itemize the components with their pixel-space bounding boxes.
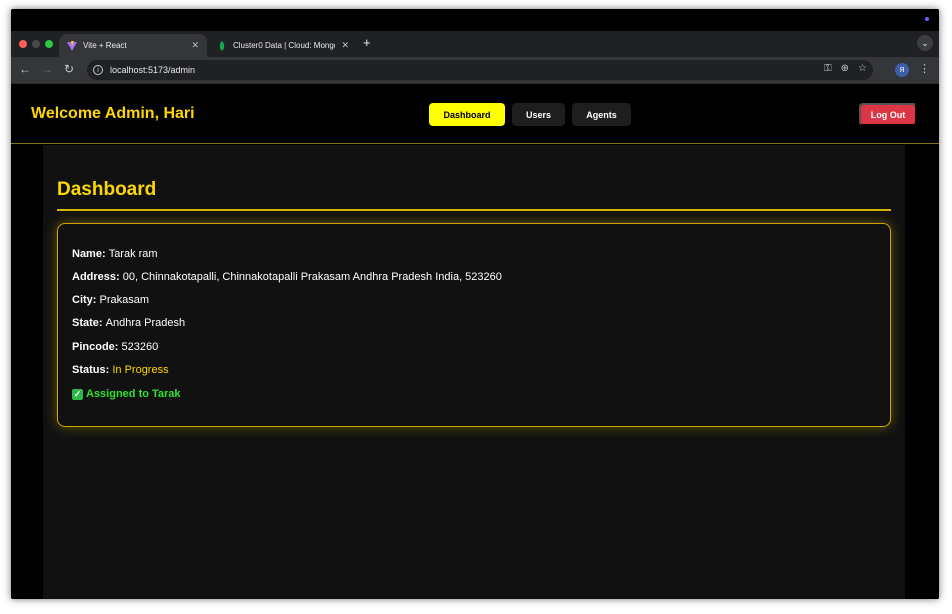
close-window-button[interactable] bbox=[19, 40, 27, 48]
close-tab-icon[interactable]: ✕ bbox=[341, 40, 349, 51]
forward-icon[interactable]: → bbox=[41, 62, 53, 76]
page-title: Dashboard bbox=[57, 179, 157, 200]
pincode-label: Pincode: bbox=[72, 341, 122, 353]
app-header: Welcome Admin, Hari Dashboard Users Agen… bbox=[11, 85, 939, 144]
name-value: Tarak ram bbox=[108, 248, 158, 260]
minimize-window-button[interactable] bbox=[32, 40, 40, 48]
address-row: Address: 00, Chinnakotapalli, Chinnakota… bbox=[72, 271, 502, 283]
pincode-row: Pincode: 523260 bbox=[72, 341, 158, 353]
main-content: Dashboard Name: Tarak ram Address: 00, C… bbox=[43, 145, 905, 599]
new-tab-icon[interactable]: + bbox=[363, 35, 371, 50]
vite-icon bbox=[67, 40, 77, 51]
assigned-status: ✓ Assigned to Tarak bbox=[72, 388, 181, 400]
check-mark-icon: ✓ bbox=[72, 388, 83, 400]
pincode-value: 523260 bbox=[121, 341, 159, 353]
users-button[interactable]: Users bbox=[512, 103, 565, 126]
logout-button[interactable]: Log Out bbox=[859, 103, 917, 126]
browser-menu-icon[interactable]: ⋮ bbox=[919, 62, 930, 75]
site-info-icon[interactable]: i bbox=[93, 65, 103, 75]
tab-search-icon[interactable]: ⌄ bbox=[917, 35, 933, 51]
tab-mongodb[interactable]: Cluster0 Data | Cloud: Mongo ✕ bbox=[209, 34, 357, 57]
tab-strip: Vite + React ✕ Cluster0 Data | Cloud: Mo… bbox=[11, 31, 939, 57]
status-row: Status: In Progress bbox=[72, 364, 169, 376]
city-row: City: Prakasam bbox=[72, 294, 149, 306]
agents-button[interactable]: Agents bbox=[572, 103, 631, 126]
name-label: Name: bbox=[72, 248, 109, 260]
state-label: State: bbox=[72, 317, 106, 329]
browser-toolbar: ← → ↻ i localhost:5173/admin ⚿ ⊕ ☆ Я ⋮ bbox=[11, 57, 939, 84]
mongodb-leaf-icon bbox=[217, 41, 227, 51]
profile-avatar[interactable]: Я bbox=[895, 63, 909, 77]
reload-icon[interactable]: ↻ bbox=[64, 62, 74, 76]
extension-dot-icon bbox=[925, 17, 929, 21]
state-row: State: Andhra Pradesh bbox=[72, 317, 185, 329]
status-badge: In Progress bbox=[112, 364, 169, 376]
address-bar[interactable]: i localhost:5173/admin ⚿ ⊕ ☆ bbox=[87, 60, 873, 80]
city-label: City: bbox=[72, 294, 100, 306]
assigned-text: Assigned to Tarak bbox=[86, 388, 181, 400]
nav-buttons: Dashboard Users Agents bbox=[429, 103, 631, 126]
address-label: Address: bbox=[72, 271, 123, 283]
url-text[interactable]: localhost:5173/admin bbox=[110, 65, 195, 75]
bookmark-star-icon[interactable]: ☆ bbox=[858, 63, 867, 74]
page-viewport: Welcome Admin, Hari Dashboard Users Agen… bbox=[11, 85, 939, 599]
browser-window: Vite + React ✕ Cluster0 Data | Cloud: Mo… bbox=[11, 9, 939, 599]
title-divider bbox=[57, 209, 891, 211]
welcome-text: Welcome Admin, Hari bbox=[31, 105, 195, 122]
dashboard-button[interactable]: Dashboard bbox=[429, 103, 505, 126]
back-icon[interactable]: ← bbox=[19, 62, 31, 76]
state-value: Andhra Pradesh bbox=[105, 317, 186, 329]
tab-title: Vite + React bbox=[83, 41, 127, 50]
status-label: Status: bbox=[72, 364, 113, 376]
city-value: Prakasam bbox=[99, 294, 150, 306]
complaint-card: Name: Tarak ram Address: 00, Chinnakotap… bbox=[57, 223, 891, 427]
close-tab-icon[interactable]: ✕ bbox=[191, 40, 199, 51]
zoom-icon[interactable]: ⊕ bbox=[841, 63, 849, 74]
address-value: 00, Chinnakotapalli, Chinnakotapalli Pra… bbox=[122, 271, 502, 283]
maximize-window-button[interactable] bbox=[45, 40, 53, 48]
name-row: Name: Tarak ram bbox=[72, 248, 158, 260]
tab-vite-react[interactable]: Vite + React ✕ bbox=[59, 34, 207, 57]
password-key-icon[interactable]: ⚿ bbox=[824, 63, 832, 74]
title-bar bbox=[11, 9, 939, 31]
tab-title: Cluster0 Data | Cloud: Mongo bbox=[233, 41, 336, 50]
